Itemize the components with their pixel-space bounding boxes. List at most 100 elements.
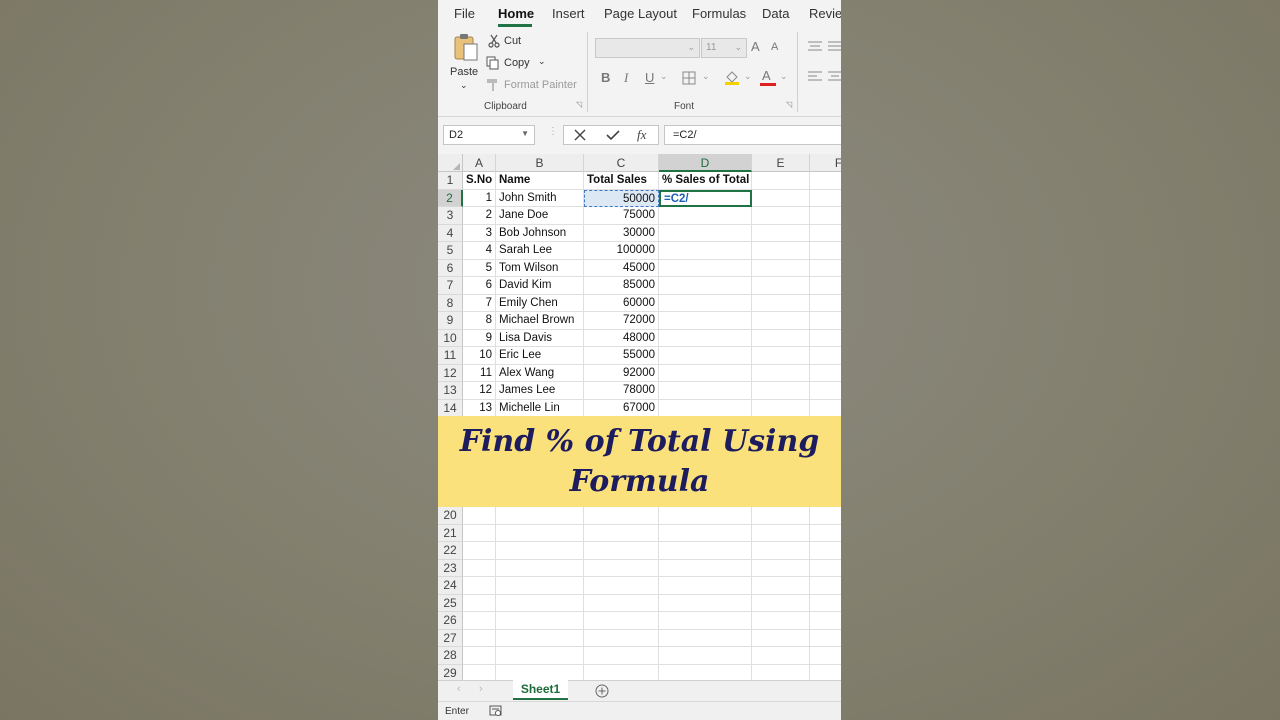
format-painter-button[interactable]: Format Painter [486,78,586,94]
cell[interactable] [810,330,841,347]
sno-cell[interactable]: 4 [463,242,496,260]
tab-insert[interactable]: Insert [552,6,585,21]
sheet-tab-sheet1[interactable]: Sheet1 [513,680,568,700]
sno-cell[interactable]: 13 [463,399,496,417]
cell[interactable] [584,559,659,577]
cell[interactable] [752,364,810,382]
cell[interactable] [810,207,841,225]
cell[interactable] [810,312,841,330]
cell[interactable] [810,172,841,190]
cell[interactable] [463,594,496,612]
cell[interactable] [810,542,841,560]
row-header[interactable]: 22 [438,542,463,560]
cell[interactable] [584,594,659,612]
cell[interactable] [810,295,841,312]
cell[interactable] [752,542,810,560]
sales-cell[interactable]: 100000 [584,242,659,260]
scroll-left-icon[interactable]: ‹ [457,683,461,695]
cell[interactable] [659,277,752,295]
worksheet-grid[interactable]: A B C D E F 1 S.No Name Total Sales% Sales … [438,154,841,682]
cell[interactable] [752,294,810,312]
cell[interactable] [810,365,841,382]
tab-review[interactable]: Review [809,6,841,21]
name-cell[interactable]: Emily Chen [496,294,584,312]
tab-formulas[interactable]: Formulas [692,6,746,21]
cell[interactable] [659,224,752,242]
row-header[interactable]: 2 [438,189,463,207]
name-cell[interactable]: Jane Doe [496,207,584,225]
row-header[interactable]: 3 [438,207,463,225]
insert-function-icon[interactable]: fx [637,127,646,143]
cell[interactable] [496,524,584,542]
sales-cell[interactable]: 30000 [584,224,659,242]
column-header-e[interactable]: E [752,154,810,172]
row-header[interactable]: 5 [438,242,463,260]
row-header[interactable]: 13 [438,382,463,400]
align-top-icon[interactable] [808,40,822,52]
chevron-down-icon[interactable]: ⌄ [702,71,710,82]
sno-cell[interactable]: 8 [463,312,496,330]
cell[interactable] [463,524,496,542]
cell[interactable] [659,242,752,260]
sales-cell[interactable]: 85000 [584,277,659,295]
cell[interactable] [810,347,841,365]
cell[interactable] [752,559,810,577]
cell[interactable] [659,382,752,400]
cell[interactable] [810,400,841,417]
cancel-icon[interactable] [574,129,586,141]
sno-cell[interactable]: 5 [463,259,496,277]
scroll-right-icon[interactable]: › [479,683,483,695]
align-center-icon[interactable] [828,70,841,82]
sales-cell[interactable]: 78000 [584,382,659,400]
underline-button[interactable]: U [645,70,654,85]
cell[interactable] [752,594,810,612]
row-header[interactable]: 7 [438,277,463,295]
align-middle-icon[interactable] [828,40,841,52]
row-header[interactable]: 21 [438,524,463,542]
copy-button[interactable]: Copy ⌄ [486,56,548,72]
sno-cell[interactable]: 1 [463,189,496,207]
cell[interactable] [496,647,584,665]
sales-cell[interactable]: 72000 [584,312,659,330]
cell[interactable] [752,259,810,277]
cell[interactable] [463,542,496,560]
cell[interactable] [584,612,659,630]
cell[interactable] [659,577,752,595]
cell[interactable] [810,260,841,277]
cell[interactable] [463,507,496,525]
name-cell[interactable]: Sarah Lee [496,242,584,260]
row-header[interactable]: 27 [438,629,463,647]
cell[interactable] [752,329,810,347]
cell[interactable] [659,294,752,312]
cell[interactable] [752,207,810,225]
sales-cell[interactable]: 67000 [584,399,659,417]
tab-home[interactable]: Home [498,6,534,21]
row-header[interactable]: 11 [438,347,463,365]
cell[interactable] [810,612,841,630]
name-cell[interactable]: Tom Wilson [496,259,584,277]
row-header[interactable]: 14 [438,399,463,417]
cell[interactable] [584,647,659,665]
name-cell[interactable]: Michael Brown [496,312,584,330]
sales-cell[interactable]: 60000 [584,294,659,312]
tab-page-layout[interactable]: Page Layout [604,6,677,21]
name-cell[interactable]: Alex Wang [496,364,584,382]
cell[interactable] [659,329,752,347]
cell[interactable] [810,595,841,612]
cell[interactable] [752,399,810,417]
name-cell[interactable]: James Lee [496,382,584,400]
name-cell[interactable]: Eric Lee [496,347,584,365]
name-cell[interactable]: Michelle Lin [496,399,584,417]
chevron-down-icon[interactable]: ⌄ [660,71,668,82]
row-header[interactable]: 9 [438,312,463,330]
name-cell[interactable]: Bob Johnson [496,224,584,242]
name-cell[interactable]: Lisa Davis [496,329,584,347]
cell[interactable] [496,507,584,525]
cell[interactable] [810,382,841,400]
cell[interactable] [496,542,584,560]
sales-cell[interactable]: 92000 [584,364,659,382]
cell[interactable] [752,312,810,330]
cell[interactable] [659,524,752,542]
cell[interactable] [496,612,584,630]
cell[interactable] [810,577,841,595]
